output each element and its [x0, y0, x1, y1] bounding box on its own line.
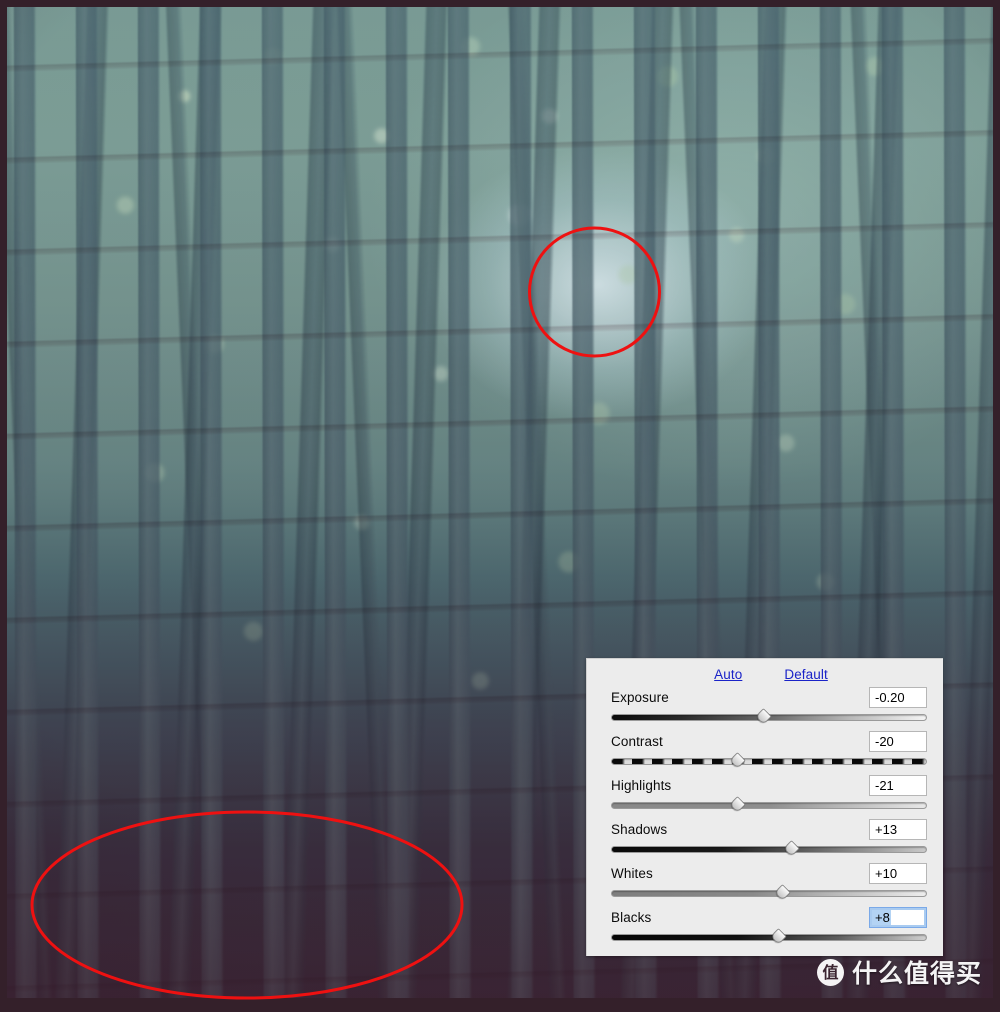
- slider-head-whites: Whites +10: [611, 862, 927, 884]
- slider-label-whites: Whites: [611, 865, 653, 881]
- slider-label-blacks: Blacks: [611, 909, 652, 925]
- slider-value-exposure[interactable]: -0.20: [869, 686, 927, 708]
- slider-thumb-icon: [729, 796, 747, 813]
- slider-track-fill-shadows: [611, 846, 927, 853]
- slider-value-shadows[interactable]: +13: [869, 818, 927, 840]
- slider-track-whites[interactable]: [611, 884, 927, 901]
- smzdm-logo-icon: 值: [816, 958, 844, 986]
- slider-label-contrast: Contrast: [611, 733, 663, 749]
- slider-track-contrast[interactable]: [611, 752, 927, 769]
- slider-head-contrast: Contrast -20: [611, 730, 927, 752]
- auto-link[interactable]: Auto: [714, 667, 742, 682]
- slider-track-fill-whites: [611, 890, 927, 897]
- slider-head-blacks: Blacks +8: [611, 906, 927, 928]
- panel-link-row: Auto Default: [599, 659, 943, 684]
- slider-thumb-icon: [770, 928, 788, 945]
- watermark: 值 什么值得买: [816, 954, 982, 990]
- slider-track-exposure[interactable]: [611, 708, 927, 725]
- slider-row-shadows: Shadows +13: [611, 818, 927, 857]
- slider-value-contrast[interactable]: -20: [869, 730, 927, 752]
- slider-row-whites: Whites +10: [611, 862, 927, 901]
- slider-label-highlights: Highlights: [611, 777, 672, 793]
- slider-track-highlights[interactable]: [611, 796, 927, 813]
- watermark-text: 什么值得买: [851, 959, 982, 988]
- screenshot-stage: Auto Default Exposure -0.20 Contrast -20…: [0, 0, 1000, 1012]
- tone-adjustment-panel: Auto Default Exposure -0.20 Contrast -20…: [586, 658, 943, 956]
- slider-track-fill-contrast: [611, 758, 927, 765]
- slider-track-fill-blacks: [611, 934, 927, 941]
- slider-row-blacks: Blacks +8: [611, 906, 927, 945]
- slider-head-exposure: Exposure -0.20: [611, 686, 927, 708]
- slider-row-highlights: Highlights -21: [611, 774, 927, 813]
- slider-value-highlights[interactable]: -21: [869, 774, 927, 796]
- default-link[interactable]: Default: [784, 667, 827, 682]
- slider-thumb-icon: [783, 840, 800, 857]
- slider-row-contrast: Contrast -20: [611, 730, 927, 769]
- slider-label-shadows: Shadows: [611, 821, 668, 837]
- slider-value-whites[interactable]: +10: [869, 862, 927, 884]
- slider-value-blacks[interactable]: +8: [869, 906, 927, 928]
- slider-value-blacks-selection: +8: [872, 908, 891, 926]
- slider-track-shadows[interactable]: [611, 840, 927, 857]
- slider-head-shadows: Shadows +13: [611, 818, 927, 840]
- slider-track-fill-highlights: [611, 802, 927, 809]
- slider-label-exposure: Exposure: [611, 689, 669, 705]
- slider-row-exposure: Exposure -0.20: [611, 686, 927, 725]
- slider-thumb-icon: [729, 752, 747, 769]
- slider-track-blacks[interactable]: [611, 928, 927, 945]
- slider-list: Exposure -0.20 Contrast -20 Highlights -…: [587, 684, 943, 945]
- slider-thumb-icon: [773, 884, 791, 901]
- slider-thumb-icon: [754, 708, 772, 725]
- slider-head-highlights: Highlights -21: [611, 774, 927, 796]
